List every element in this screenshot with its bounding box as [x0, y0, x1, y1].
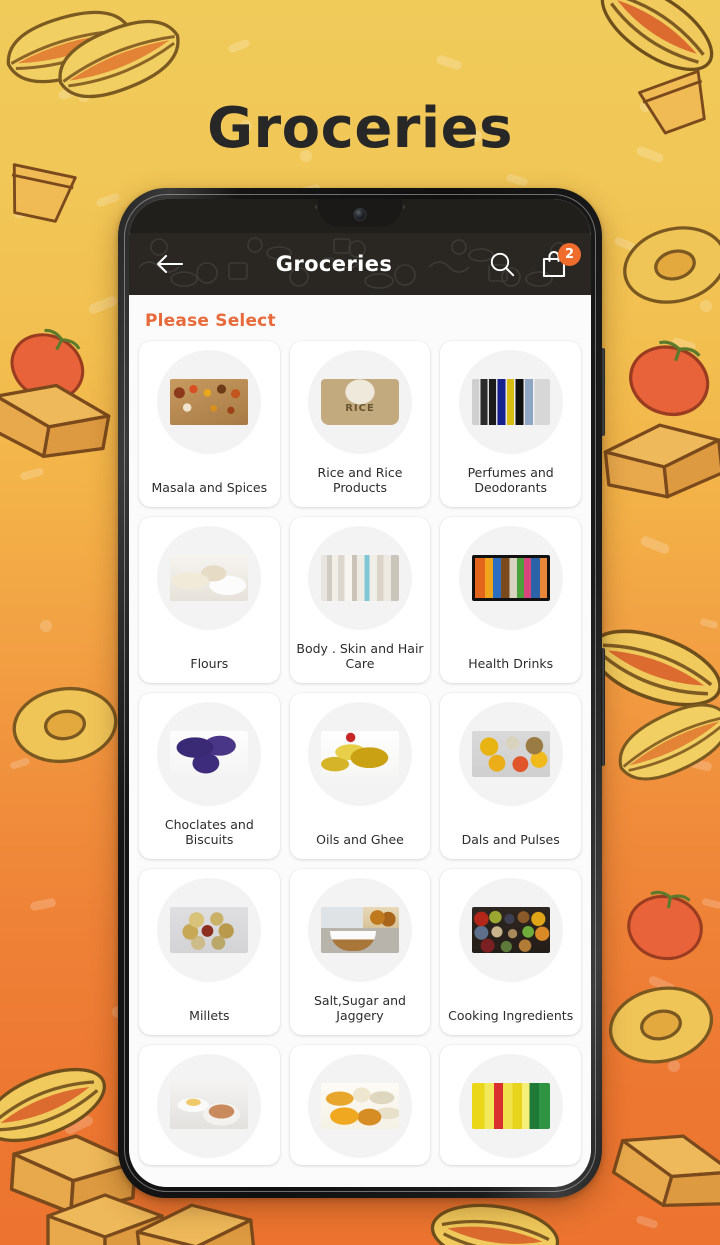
phone-screen: Groceries 2 Please Select Masala and Spi…: [129, 199, 591, 1187]
cart-button[interactable]: 2: [535, 243, 581, 283]
category-thumbnail-circle: [458, 526, 563, 630]
status-bar: [129, 199, 591, 233]
section-label: Please Select: [145, 311, 276, 331]
category-label: Rice and Rice Products: [317, 464, 403, 495]
category-thumbnail-circle: [157, 1054, 262, 1158]
doodle-bagel: [623, 226, 720, 304]
category-thumbnail-circle: [458, 1054, 563, 1158]
category-thumbnail-image: [471, 731, 550, 777]
category-thumbnail-circle: [307, 1054, 412, 1158]
front-camera-icon: [353, 208, 367, 221]
category-card[interactable]: Flours: [139, 517, 280, 683]
category-label: Salt,Sugar and Jaggery: [313, 992, 406, 1023]
category-label: Cooking Ingredients: [448, 1007, 574, 1023]
category-card[interactable]: Salt,Sugar and Jaggery: [289, 869, 431, 1035]
category-thumbnail-image: [320, 731, 399, 777]
category-content: Please Select Masala and Spices Rice and …: [129, 295, 591, 1187]
doodle-hotdog: [600, 0, 714, 72]
category-card[interactable]: Oils and Ghee: [289, 693, 431, 859]
category-card[interactable]: Dals and Pulses: [440, 693, 581, 859]
category-thumbnail-image: [170, 379, 249, 425]
category-thumbnail-image: [471, 1083, 550, 1129]
category-card[interactable]: Health Drinks: [440, 517, 581, 683]
search-icon: [490, 252, 515, 277]
category-label: Millets: [189, 1007, 230, 1023]
category-card[interactable]: Millets: [139, 869, 280, 1035]
power-button[interactable]: [601, 648, 605, 766]
app-bar-actions: 2: [483, 243, 581, 283]
category-label: Dals and Pulses: [461, 831, 560, 847]
category-thumbnail-image: [170, 1083, 249, 1129]
category-thumbnail-image: [471, 555, 550, 601]
category-thumbnail-image: [170, 731, 249, 777]
category-label: Perfumes and Deodorants: [467, 464, 554, 495]
category-thumbnail-circle: [157, 526, 262, 630]
doodle-hotdog: [0, 1067, 107, 1143]
category-thumbnail-image: [320, 1083, 399, 1129]
doodle-box: [611, 1134, 720, 1208]
arrow-left-icon: [156, 254, 183, 274]
category-card[interactable]: Masala and Spices: [139, 341, 280, 507]
app-bar-title: Groceries: [275, 252, 393, 276]
category-grid: Masala and Spices Rice and Rice Products P…: [129, 341, 591, 1165]
page-title: Groceries: [207, 96, 513, 161]
category-thumbnail-circle: [157, 702, 262, 806]
category-label: Health Drinks: [468, 655, 554, 671]
category-card[interactable]: [139, 1045, 280, 1165]
category-label: Flours: [190, 655, 229, 671]
category-thumbnail-circle: [307, 878, 412, 982]
category-card[interactable]: [289, 1045, 431, 1165]
category-thumbnail-image: [320, 379, 399, 425]
category-thumbnail-image: [170, 907, 249, 953]
volume-button[interactable]: [601, 348, 605, 436]
category-thumbnail-image: [170, 555, 249, 601]
doodle-bun: [6, 10, 132, 84]
category-card[interactable]: Rice and Rice Products: [289, 341, 431, 507]
category-thumbnail-circle: [157, 878, 262, 982]
category-thumbnail-circle: [458, 702, 563, 806]
category-thumbnail-circle: [458, 878, 563, 982]
category-thumbnail-image: [320, 907, 399, 953]
doodle-bun: [618, 703, 720, 781]
category-card[interactable]: Choclates and Biscuits: [139, 693, 280, 859]
category-card[interactable]: Perfumes and Deodorants: [440, 341, 581, 507]
doodle-box: [0, 383, 111, 459]
category-label: Body . Skin and Hair Care: [296, 640, 424, 671]
category-thumbnail-image: [471, 379, 550, 425]
category-label: Masala and Spices: [151, 479, 268, 495]
category-card[interactable]: Cooking Ingredients: [440, 869, 581, 1035]
doodle-fruit: [629, 340, 710, 416]
camera-notch: [318, 199, 402, 227]
category-thumbnail-image: [471, 907, 550, 953]
page-background: Groceries Groceries 2 Please Select Masa…: [0, 0, 720, 1245]
category-label: Oils and Ghee: [316, 831, 404, 847]
doodle-fruit: [10, 328, 85, 401]
category-thumbnail-circle: [458, 350, 563, 454]
category-card[interactable]: Body . Skin and Hair Care: [289, 517, 431, 683]
search-button[interactable]: [483, 245, 521, 283]
category-thumbnail-circle: [307, 526, 412, 630]
category-thumbnail-circle: [307, 350, 412, 454]
category-thumbnail-circle: [157, 350, 262, 454]
doodle-fruit: [627, 890, 703, 961]
category-label: Choclates and Biscuits: [164, 816, 254, 847]
phone-mockup: Groceries 2 Please Select Masala and Spi…: [118, 188, 605, 1198]
category-thumbnail-circle: [307, 702, 412, 806]
category-thumbnail-image: [320, 555, 399, 601]
cart-count-badge: 2: [558, 243, 581, 266]
category-card[interactable]: [440, 1045, 581, 1165]
app-bar: Groceries 2: [129, 233, 591, 295]
